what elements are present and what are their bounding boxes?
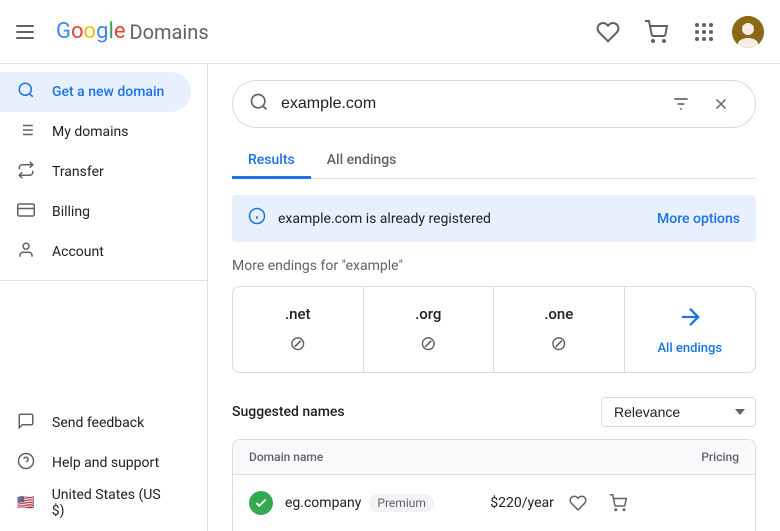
billing-icon: [16, 201, 36, 224]
suggested-names-section: Suggested names Relevance Price (low to …: [232, 397, 756, 531]
logo: Google Domains: [56, 19, 209, 44]
search-icon: [16, 81, 36, 104]
ending-status: ⊘: [420, 331, 437, 355]
cart-button[interactable]: [636, 12, 676, 52]
suggested-names-title: Suggested names: [232, 404, 345, 420]
sidebar-item-new-domain[interactable]: Get a new domain: [0, 72, 191, 112]
price: $220/year: [490, 495, 554, 511]
ending-name: .one: [544, 305, 573, 323]
account-icon: [16, 241, 36, 264]
sidebar-item-region[interactable]: 🇺🇸 United States (US $): [0, 483, 191, 523]
header: Google Domains: [0, 0, 780, 64]
ending-item-net[interactable]: .net ⊘: [233, 287, 364, 372]
table-header: Domain name Pricing: [233, 440, 755, 475]
logo-domains: Domains: [129, 20, 208, 44]
header-icons: [588, 12, 764, 52]
table-row: eg.company Premium $220/year: [233, 475, 755, 531]
help-icon: [16, 452, 36, 475]
search-input[interactable]: [281, 95, 663, 113]
alert-banner: example.com is already registered More o…: [232, 195, 756, 242]
sidebar-item-my-domains[interactable]: My domains: [0, 112, 191, 152]
content-area: Results All endings example.com is alrea…: [208, 64, 780, 531]
available-check: [249, 491, 273, 515]
tab-all-endings[interactable]: All endings: [311, 144, 413, 179]
sidebar-item-label: Billing: [52, 204, 90, 220]
wishlist-button[interactable]: [562, 487, 594, 519]
suggested-header: Suggested names Relevance Price (low to …: [232, 397, 756, 427]
sidebar-item-help[interactable]: Help and support: [0, 443, 191, 483]
all-endings-button[interactable]: All endings: [625, 287, 756, 372]
domain-name: eg.company: [285, 495, 361, 511]
premium-badge: Premium: [369, 494, 433, 512]
sidebar-item-label: Help and support: [52, 455, 159, 471]
wishlist-button[interactable]: [588, 12, 628, 52]
sidebar-item-send-feedback[interactable]: Send feedback: [0, 403, 191, 443]
transfer-icon: [16, 161, 36, 184]
tab-results[interactable]: Results: [232, 144, 311, 179]
main-layout: Get a new domain My domains Transfer Bil…: [0, 64, 780, 531]
sidebar-item-label: Send feedback: [52, 415, 144, 431]
ending-item-org[interactable]: .org ⊘: [364, 287, 495, 372]
hamburger-menu[interactable]: [16, 20, 40, 44]
list-icon: [16, 121, 36, 144]
logo-google: Google: [56, 19, 125, 44]
arrow-icon: [676, 303, 704, 337]
col-header-domain: Domain name: [249, 450, 539, 464]
filter-button[interactable]: [663, 86, 699, 122]
avatar[interactable]: [732, 16, 764, 48]
all-endings-label: All endings: [657, 341, 722, 356]
sidebar-item-billing[interactable]: Billing: [0, 192, 191, 232]
clear-button[interactable]: [703, 86, 739, 122]
ending-status: ⊘: [550, 331, 567, 355]
more-endings-section: More endings for "example" .net ⊘ .org ⊘…: [232, 258, 756, 373]
sidebar-item-account[interactable]: Account: [0, 232, 191, 272]
sidebar-item-label: Transfer: [52, 164, 104, 180]
col-header-pricing: Pricing: [539, 450, 739, 464]
more-options-link[interactable]: More options: [657, 211, 740, 227]
search-controls: [663, 86, 739, 122]
ending-name: .net: [285, 305, 311, 323]
info-icon: [248, 207, 266, 230]
sidebar-divider: [0, 280, 207, 281]
ending-name: .org: [415, 305, 441, 323]
sidebar-item-label: My domains: [52, 124, 128, 140]
results-table: Domain name Pricing eg.company Premium $…: [232, 439, 756, 531]
sidebar: Get a new domain My domains Transfer Bil…: [0, 64, 208, 531]
sidebar-item-label: Account: [52, 244, 104, 260]
sidebar-item-label: Get a new domain: [52, 84, 164, 100]
apps-button[interactable]: [684, 12, 724, 52]
more-endings-title: More endings for "example": [232, 258, 756, 274]
sidebar-bottom: Send feedback Help and support 🇺🇸 United…: [0, 403, 207, 523]
search-icon: [249, 92, 269, 117]
ending-item-one[interactable]: .one ⊘: [494, 287, 625, 372]
search-bar: [232, 80, 756, 128]
add-to-cart-button[interactable]: [602, 487, 634, 519]
sort-select[interactable]: Relevance Price (low to high) Price (hig…: [601, 397, 756, 427]
sidebar-item-transfer[interactable]: Transfer: [0, 152, 191, 192]
tabs: Results All endings: [232, 144, 756, 179]
ending-status: ⊘: [289, 331, 306, 355]
sidebar-item-label: United States (US $): [52, 487, 175, 519]
endings-grid: .net ⊘ .org ⊘ .one ⊘ All endings: [232, 286, 756, 373]
alert-text: example.com is already registered: [278, 211, 657, 227]
row-pricing: $220/year: [434, 487, 634, 519]
flag-icon: 🇺🇸: [16, 495, 36, 511]
feedback-icon: [16, 412, 36, 435]
